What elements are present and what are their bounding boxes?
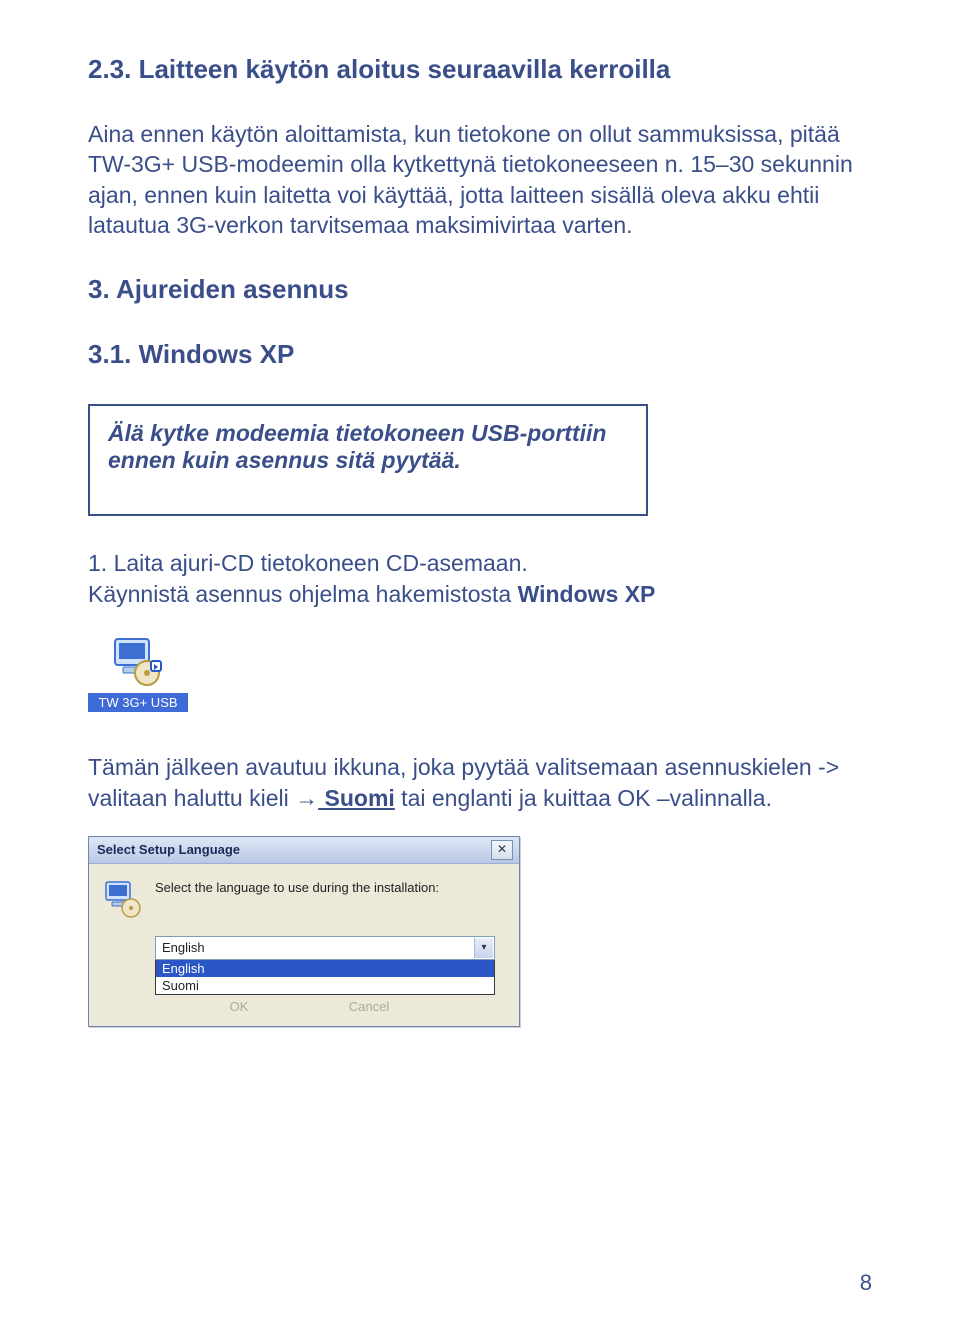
dialog-title: Select Setup Language xyxy=(97,842,491,857)
installer-shortcut-label: TW 3G+ USB xyxy=(88,693,188,712)
dialog-titlebar: Select Setup Language ✕ xyxy=(89,837,519,864)
close-icon[interactable]: ✕ xyxy=(491,840,513,860)
heading-3: 3. Ajureiden asennus xyxy=(88,274,872,305)
cancel-button[interactable]: Cancel xyxy=(319,999,419,1014)
heading-2-3: 2.3. Laitteen käytön aloitus seuraavilla… xyxy=(88,54,872,85)
installer-shortcut[interactable]: TW 3G+ USB xyxy=(88,633,188,712)
arrow-icon: → xyxy=(295,785,318,811)
language-option-list: English Suomi xyxy=(155,960,495,995)
step-1-result: Tämän jälkeen avautuu ikkuna, joka pyytä… xyxy=(88,752,872,814)
step-1-line-b-pre: Käynnistä asennus ohjelma hakemistosta xyxy=(88,581,518,607)
dialog-prompt: Select the language to use during the in… xyxy=(155,878,439,895)
language-option-suomi[interactable]: Suomi xyxy=(156,977,494,994)
chevron-down-icon[interactable]: ▾ xyxy=(474,938,493,958)
language-selected-text: English xyxy=(162,940,205,955)
step-1-line-b-bold: Windows XP xyxy=(518,581,656,607)
paragraph-intro: Aina ennen käytön aloittamista, kun tiet… xyxy=(88,119,872,240)
callout-text: Älä kytke modeemia tietokoneen USB-portt… xyxy=(108,420,606,473)
select-language-dialog: Select Setup Language ✕ Select the langu… xyxy=(88,836,520,1027)
dialog-body: Select the language to use during the in… xyxy=(89,864,519,1026)
ok-button[interactable]: OK xyxy=(189,999,289,1014)
language-selected[interactable]: English ▾ xyxy=(155,936,495,960)
dialog-button-row: OK Cancel xyxy=(103,999,505,1014)
setup-icon xyxy=(103,878,143,918)
language-option-english[interactable]: English xyxy=(156,960,494,977)
step-1-line-a: 1. Laita ajuri-CD tietokoneen CD-asemaan… xyxy=(88,550,528,576)
heading-3-1: 3.1. Windows XP xyxy=(88,339,872,370)
language-combobox[interactable]: English ▾ English Suomi xyxy=(155,936,495,995)
step-1-result-post: tai englanti ja kuittaa OK –valinnalla. xyxy=(395,785,772,811)
step-1-result-lang: Suomi xyxy=(318,785,395,811)
installer-icon xyxy=(111,633,165,687)
callout-box: Älä kytke modeemia tietokoneen USB-portt… xyxy=(88,404,648,516)
step-1: 1. Laita ajuri-CD tietokoneen CD-asemaan… xyxy=(88,548,872,610)
page-number: 8 xyxy=(860,1270,872,1296)
